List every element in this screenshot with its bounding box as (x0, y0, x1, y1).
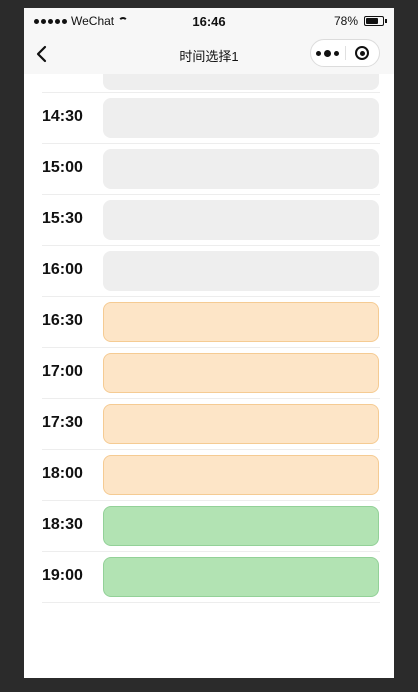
time-slot-gray[interactable] (103, 98, 379, 138)
battery-icon (364, 16, 387, 26)
time-label: 17:30 (42, 414, 83, 431)
partial-time-slot (103, 74, 379, 90)
time-slot-orange[interactable] (103, 353, 379, 393)
time-slot-row: 17:30 (42, 399, 380, 450)
time-label: 14:30 (42, 108, 83, 125)
time-slot-row: 15:00 (42, 144, 380, 195)
battery-percent: 78% (333, 14, 358, 28)
time-label: 19:00 (42, 567, 83, 584)
status-right: 78% (333, 14, 387, 28)
time-slot-gray[interactable] (103, 251, 379, 291)
time-label: 15:30 (42, 210, 83, 227)
time-slot-orange[interactable] (103, 302, 379, 342)
time-label: 16:00 (42, 261, 83, 278)
target-circle-icon[interactable] (345, 40, 379, 66)
time-slot-row: 16:30 (42, 297, 380, 348)
time-label: 16:30 (42, 312, 83, 329)
time-slot-row: 17:00 (42, 348, 380, 399)
time-slot-green[interactable] (103, 506, 379, 546)
status-bar: WeChat 16:46 78% (24, 8, 394, 34)
time-label: 15:00 (42, 159, 83, 176)
navigation-bar: 时间选择1 (24, 34, 394, 74)
time-slot-row: 18:00 (42, 450, 380, 501)
time-slot-orange[interactable] (103, 404, 379, 444)
time-label: 17:00 (42, 363, 83, 380)
time-slot-row: 15:30 (42, 195, 380, 246)
more-dots-icon[interactable] (311, 40, 345, 66)
time-slot-row: 16:00 (42, 246, 380, 297)
time-slot-gray[interactable] (103, 149, 379, 189)
time-slot-list[interactable]: 14:30 15:00 15:30 16:00 16:30 17:00 17:30 18:00… (24, 74, 394, 678)
mini-program-capsule (310, 39, 380, 67)
time-slot-orange[interactable] (103, 455, 379, 495)
phone-screen: WeChat 16:46 78% 时间选择1 14:30 15:00 15:30 16… (24, 8, 394, 678)
time-slot-row: 19:00 (42, 552, 380, 603)
time-slot-green[interactable] (103, 557, 379, 597)
time-label: 18:30 (42, 516, 83, 533)
time-slot-gray[interactable] (103, 200, 379, 240)
battery-level (366, 18, 378, 24)
time-slot-row: 18:30 (42, 501, 380, 552)
time-slot-row: 14:30 (42, 93, 380, 144)
time-label: 18:00 (42, 465, 83, 482)
